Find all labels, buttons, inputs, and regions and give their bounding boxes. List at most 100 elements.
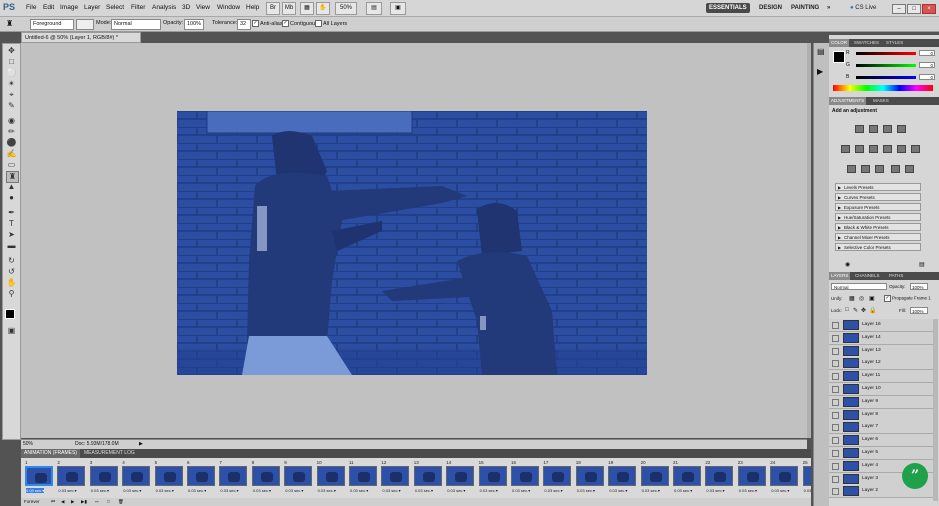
layer-visibility-icon[interactable] [832,398,839,406]
frame-thumbnail[interactable] [608,466,637,486]
frame-thumbnail[interactable] [89,466,118,486]
hue-saturation-adjust-icon[interactable] [855,145,864,153]
layer-row[interactable]: Layer 14 [829,331,933,345]
document-tab[interactable]: Untitled-6 @ 50% (Layer 1, RGB/8#) * [21,32,141,43]
workspace-design[interactable]: DESIGN [756,3,785,13]
3d-orbit-tool-icon[interactable]: ↺ [6,267,17,277]
channel-r-input[interactable]: 0 [919,50,935,56]
propagate-checkbox[interactable]: ✓ Propagate Frame 1 [884,295,931,302]
unify-position-icon[interactable]: ▦ [849,295,855,302]
layer-visibility-icon[interactable] [832,450,839,457]
lock-all-icon[interactable]: 🔒 [869,307,876,314]
clip-to-layer-icon[interactable]: ◉ [845,261,850,268]
tab-layers[interactable]: LAYERS [829,272,851,280]
quote-bubble-button[interactable]: ” [902,463,928,489]
actions-panel-icon[interactable]: ▶ [817,67,823,76]
status-arrow-icon[interactable]: ▶ [139,440,143,449]
path-selection-tool-icon[interactable]: ➤ [6,230,17,240]
layer-row[interactable]: Layer 8 [829,408,933,422]
adjustments-menu-icon[interactable]: ▤ [919,261,925,268]
frame-thumbnail[interactable] [154,466,183,486]
history-brush-tool-icon[interactable]: ✍ [6,149,17,159]
animation-frame[interactable]: 10 0.03 sec.▾ [316,460,346,496]
tab-measurement-log[interactable]: MEASUREMENT LOG [81,449,138,458]
layer-row[interactable]: Layer 5 [829,447,933,460]
tab-animation-frames[interactable]: ANIMATION (FRAMES) [21,449,80,458]
frame-delay-select[interactable]: 0.03 sec.▾ [544,488,562,493]
workspace-more[interactable]: » [824,3,833,13]
animation-frame[interactable]: 13 0.03 sec.▾ [413,460,443,496]
frame-thumbnail[interactable] [316,466,345,486]
hand-tool-icon-panel[interactable]: ✋ [6,278,17,288]
invert-adjust-icon[interactable] [847,165,856,173]
first-frame-icon[interactable]: ⏮ [51,498,55,506]
unify-style-icon[interactable]: ▣ [869,295,875,302]
animation-frame[interactable]: 17 0.03 sec.▾ [542,460,572,496]
hue-saturation-presets[interactable]: Hue/Saturation Presets [835,213,921,222]
tab-styles[interactable]: STYLES [884,39,905,47]
color-ramp[interactable] [833,85,933,91]
document-scrollbar[interactable] [807,43,811,438]
menu-edit[interactable]: Edit [43,4,54,11]
levels-presets[interactable]: Levels Presets [835,183,921,192]
frame-thumbnail[interactable] [219,466,248,486]
menu-layer[interactable]: Layer [84,4,100,11]
frame-delay-select[interactable]: 0.03 sec.▾ [447,488,465,493]
frame-delay-select[interactable]: 0.03 sec.▾ [382,488,400,493]
frame-delay-select[interactable]: 0.03 sec.▾ [480,488,498,493]
frame-thumbnail[interactable] [187,466,215,486]
menu-select[interactable]: Select [106,4,124,11]
layer-visibility-icon[interactable] [832,424,839,432]
frame-thumbnail[interactable] [511,466,539,486]
animation-frame[interactable]: 24 0.03 sec.▾ [769,460,799,496]
frame-thumbnail[interactable] [349,466,377,486]
animation-frame[interactable]: 4 0.03 sec.▾ [121,460,151,496]
frame-delay-select[interactable]: 0.03 sec.▾ [804,488,811,493]
paint-bucket-tool-icon[interactable]: ♜ [6,19,13,28]
channel-mixer-presets[interactable]: Channel Mixer Presets [835,233,921,242]
tab-channels[interactable]: CHANNELS [853,272,882,280]
fill-source-select[interactable]: Foreground [30,19,74,30]
layer-row[interactable]: Layer 9 [829,395,933,409]
pen-tool-icon[interactable]: ✒ [6,208,17,218]
opacity-input[interactable]: 100% [184,19,204,30]
menu-window[interactable]: Window [217,4,240,11]
frame-thumbnail[interactable] [640,466,669,486]
animation-frame[interactable]: 12 0.03 sec.▾ [380,460,410,496]
frame-thumbnail[interactable] [705,466,734,486]
quick-select-tool-icon[interactable]: ✴ [6,79,17,89]
frame-thumbnail[interactable] [575,466,604,486]
animation-frame[interactable]: 23 0.03 sec.▾ [737,460,767,496]
frame-thumbnail[interactable] [673,466,701,486]
animation-frame[interactable]: 6 0.03 sec.▾ [186,460,216,496]
channel-r-slider[interactable] [856,52,916,55]
healing-brush-tool-icon[interactable]: ◉ [6,116,17,126]
foreground-color-swatch[interactable] [5,309,15,319]
animation-frame[interactable]: 11 0.03 sec.▾ [348,460,378,496]
lock-pixels-icon[interactable]: ✎ [853,307,858,314]
3d-rotate-tool-icon[interactable]: ↻ [6,256,17,266]
contiguous-checkbox[interactable]: ✓ Contiguous [282,20,318,27]
duplicate-frame-icon[interactable]: □ [107,498,110,506]
type-tool-icon[interactable]: T [6,219,17,229]
restore-button[interactable]: □ [907,4,921,14]
frame-thumbnail[interactable] [446,466,475,486]
channel-b-input[interactable]: 0 [919,74,935,80]
color-balance-adjust-icon[interactable] [869,145,878,153]
frame-delay-select[interactable]: 0.03 sec.▾ [285,488,303,493]
unify-visibility-icon[interactable]: ◎ [859,295,864,302]
frame-thumbnail[interactable] [284,466,313,486]
layer-visibility-icon[interactable] [832,475,839,483]
play-icon[interactable]: ▶ [71,498,74,506]
clone-stamp-tool-icon[interactable]: ⚫ [6,138,17,148]
frame-thumbnail[interactable] [57,466,86,486]
tab-masks[interactable]: MASKS [871,97,891,105]
layers-scrollbar[interactable] [933,319,938,501]
quick-mask-icon[interactable]: ▣ [6,326,17,336]
tween-icon[interactable]: ∾ [95,498,99,506]
hand-tool-icon[interactable]: ✋ [316,2,330,15]
workspace-painting[interactable]: PAINTING [788,3,822,13]
animation-frame[interactable]: 20 0.03 sec.▾ [640,460,670,496]
gradient-map-adjust-icon[interactable] [891,165,900,173]
frame-delay-select[interactable]: 0.03 sec.▾ [156,488,174,493]
